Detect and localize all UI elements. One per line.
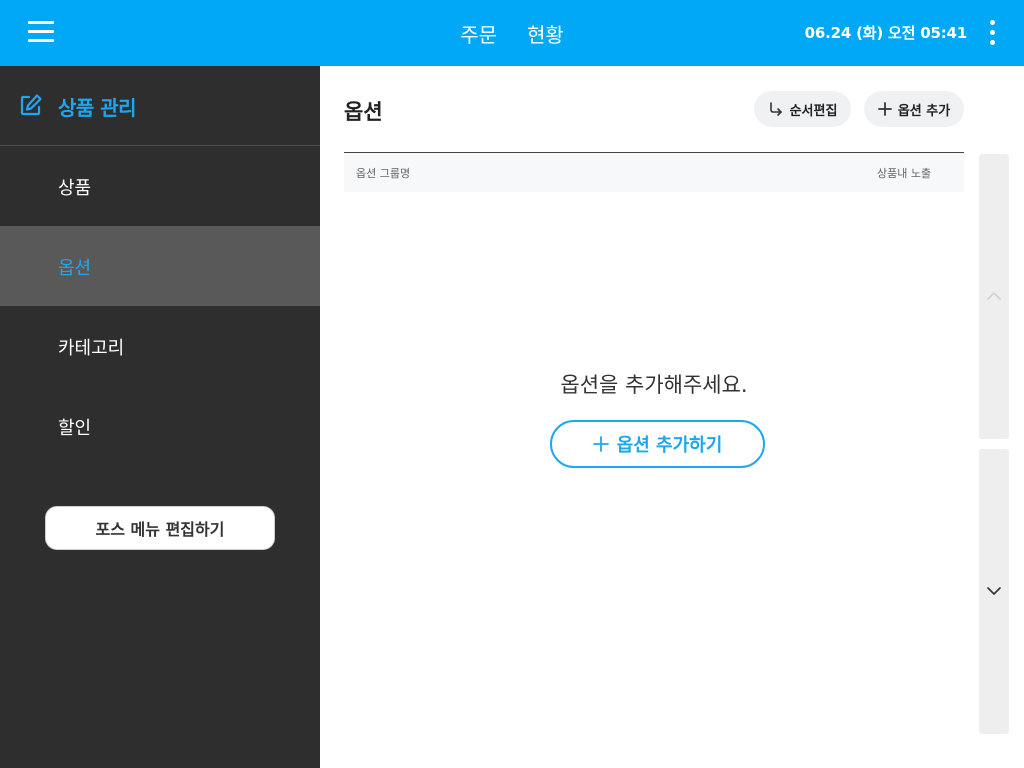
tab-status[interactable]: 현황 — [527, 19, 564, 48]
sidebar-item-label: 옵션 — [58, 258, 92, 279]
tab-orders[interactable]: 주문 — [460, 19, 497, 48]
plus-icon — [877, 102, 892, 116]
column-header-visibility: 상품내 노출 — [877, 167, 932, 180]
menu-icon[interactable] — [28, 21, 54, 42]
add-option-button[interactable]: 옵션 추가 — [864, 91, 964, 127]
page-title: 옵션 — [344, 100, 383, 124]
sidebar-item-label: 카테고리 — [58, 338, 125, 359]
reorder-label: 순서편집 — [789, 103, 838, 119]
sidebar-item-products[interactable]: 상품 — [0, 146, 320, 226]
chevron-down-icon — [987, 587, 1001, 595]
chevron-up-icon — [987, 292, 1001, 300]
sidebar-item-label: 할인 — [58, 418, 92, 439]
sidebar-item-options[interactable]: 옵션 — [0, 226, 320, 306]
add-option-cta-label: 옵션 추가하기 — [616, 435, 723, 456]
sidebar: 상품 관리 상품 옵션 카테고리 할인 포스 메뉴 편집하기 — [0, 66, 320, 768]
more-options-icon[interactable] — [989, 20, 997, 46]
add-option-cta-button[interactable]: 옵션 추가하기 — [550, 420, 765, 468]
add-option-label: 옵션 추가 — [897, 103, 951, 119]
empty-state-message: 옵션을 추가해주세요. — [560, 373, 748, 397]
scroll-down-button[interactable] — [979, 449, 1009, 734]
sidebar-title: 상품 관리 — [58, 96, 137, 120]
reorder-icon — [769, 102, 782, 116]
column-header-group-name: 옵션 그룹명 — [356, 167, 411, 180]
table-header: 옵션 그룹명 상품내 노출 — [344, 152, 964, 192]
scroll-up-button[interactable] — [979, 154, 1009, 439]
pos-menu-edit-button[interactable]: 포스 메뉴 편집하기 — [45, 506, 275, 550]
plus-icon — [592, 436, 609, 452]
top-bar: 주문 현황 06.24 (화) 오전 05:41 — [0, 0, 1024, 66]
sidebar-item-label: 상품 — [58, 178, 92, 199]
sidebar-item-categories[interactable]: 카테고리 — [0, 306, 320, 386]
sidebar-item-discounts[interactable]: 할인 — [0, 386, 320, 466]
clock-text: 06.24 (화) 오전 05:41 — [804, 24, 968, 42]
reorder-button[interactable]: 순서편집 — [754, 91, 851, 127]
edit-icon — [20, 94, 42, 116]
sidebar-header: 상품 관리 — [0, 66, 320, 146]
